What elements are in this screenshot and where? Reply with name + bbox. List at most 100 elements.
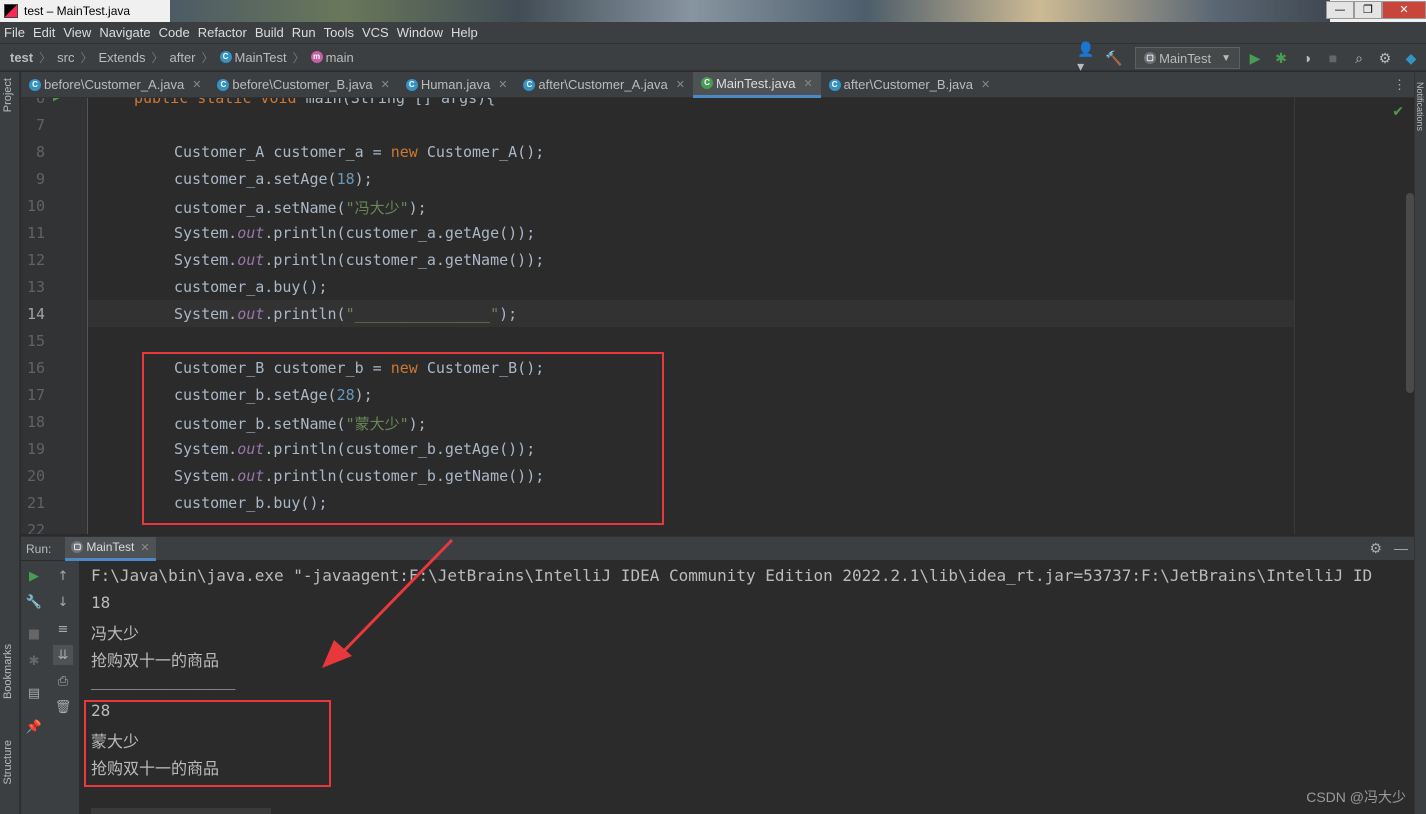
project-tool-window-button[interactable]: Project [2,78,14,112]
run-configuration-label: MainTest [1159,50,1212,66]
more-tabs-icon[interactable]: ⋮ [1393,77,1406,93]
bookmarks-tool-window-button[interactable]: Bookmarks [2,644,14,699]
code-text: .println( [264,305,346,323]
minimize-button[interactable]: — [1326,1,1354,19]
run-configuration-dropdown[interactable]: ▢ MainTest ▼ [1135,47,1240,69]
rerun-icon[interactable]: ▶ [24,566,44,586]
tab-label: before\Customer_B.java [232,77,373,92]
build-hammer-icon[interactable]: 🔨 [1103,47,1125,69]
run-tab-label: MainTest [86,540,135,554]
print-icon[interactable]: ⎙ [53,671,73,691]
tab-label: MainTest.java [715,75,796,91]
gear-icon[interactable]: ⚙ [1369,540,1382,557]
chevron-right-icon: 〉 [151,50,164,65]
code-line-10: customer_a.setName("冯大少"); [174,197,427,218]
menu-build[interactable]: Build [251,25,288,40]
notifications-tool-window-button[interactable]: Notifications [1415,82,1425,131]
arrow-down-icon[interactable]: ↓ [53,592,73,612]
wrench-icon[interactable]: 🔧 [24,592,44,612]
close-icon[interactable]: ✕ [381,78,390,91]
menu-run[interactable]: Run [288,25,320,40]
line-number: 22 [26,521,45,534]
minimize-panel-icon[interactable]: — [1394,540,1408,557]
menu-file[interactable]: File [0,25,29,40]
class-icon: C [217,78,230,91]
tab-human[interactable]: C Human.java ✕ [398,72,516,98]
breadcrumb-project[interactable]: test [10,50,33,65]
console-line: 冯大少 [91,624,140,643]
breadcrumb-maintest[interactable]: C MainTest [219,49,287,65]
menu-view[interactable]: View [59,25,95,40]
stop-icon[interactable]: ■ [1322,47,1344,69]
code-field: out [237,224,265,242]
close-icon[interactable]: ✕ [498,78,507,91]
soft-wrap-icon[interactable]: ≡ [53,619,73,639]
code-editor[interactable]: 6 ▶ 7 8 9 10 11 12 13 14 15 16 17 18 19 … [21,98,1414,534]
tab-label: after\Customer_B.java [843,77,974,92]
run-tab-maintest[interactable]: ▢ MainTest ✕ [65,536,156,561]
menu-edit[interactable]: Edit [29,25,59,40]
close-icon[interactable]: ✕ [192,78,201,91]
menu-window[interactable]: Window [393,25,447,40]
menu-help[interactable]: Help [447,25,482,40]
close-icon[interactable]: ✕ [803,77,812,90]
coverage-icon[interactable]: ◑ [1296,47,1318,69]
code-string: "冯大少" [345,199,409,217]
breadcrumb-src[interactable]: src [57,50,74,65]
tab-after-customer-b[interactable]: Cafter\Customer_B.java ✕ [821,72,999,98]
editor-scrollbar[interactable] [1406,193,1414,393]
menu-refactor[interactable]: Refactor [194,25,251,40]
chevron-right-icon: 〉 [292,50,305,65]
class-icon: C [700,77,713,89]
close-icon[interactable]: ✕ [676,78,685,91]
close-icon[interactable]: ✕ [140,541,149,554]
run-icon[interactable]: ▶ [1244,47,1266,69]
code-text: System. [174,251,238,269]
stop-icon[interactable]: ■ [24,624,44,644]
code-text: ); [354,170,373,188]
restore-button[interactable]: ❐ [1354,1,1382,19]
menu-navigate[interactable]: Navigate [95,25,154,40]
code-string: "_______________" [345,305,500,323]
code-text: customer_a.setAge( [174,170,337,188]
user-icon[interactable]: 👤▾ [1077,41,1099,74]
console-line: 18 [91,593,111,612]
menu-vcs[interactable]: VCS [358,25,393,40]
arrow-up-icon[interactable]: ↑ [53,566,73,586]
chevron-right-icon: 〉 [39,50,52,65]
console-output[interactable]: F:\Java\bin\java.exe "-javaagent:F:\JetB… [79,561,1414,814]
breadcrumb-after[interactable]: after [170,50,196,65]
tab-maintest[interactable]: C MainTest.java ✕ [692,71,821,98]
layout-icon[interactable]: ▤ [24,683,44,703]
line-number: 13 [26,278,45,296]
breadcrumb-main[interactable]: m main [310,50,354,65]
close-button[interactable]: ✕ [1382,1,1426,19]
line-number: 9 [35,170,45,188]
debug-icon[interactable]: ✱ [24,651,44,671]
code-text: customer_a.setName( [174,199,346,217]
close-icon[interactable]: ✕ [981,78,990,91]
tab-before-customer-a[interactable]: Cbefore\Customer_A.java ✕ [21,72,209,98]
plugin-icon[interactable]: ◆ [1400,47,1422,69]
line-number: 17 [26,386,45,404]
tab-after-customer-a[interactable]: Cafter\Customer_A.java ✕ [515,72,693,98]
trash-icon[interactable]: 🗑 [53,697,73,717]
tab-before-customer-b[interactable]: Cbefore\Customer_B.java ✕ [209,72,397,98]
run-gutter-icon[interactable]: ▶ [53,98,61,103]
pin-icon[interactable]: 📌 [24,717,44,737]
breadcrumb-maintest-label: MainTest [234,49,287,65]
code-line-11: System.out.println(customer_a.getAge()); [174,224,535,242]
chevron-right-icon: 〉 [80,50,93,65]
desktop-background-strip [170,0,1330,22]
window-title: test – MainTest.java [24,4,131,18]
structure-tool-window-button[interactable]: Structure [2,740,14,785]
code-line-6: public static void main(String [] args){ [134,98,495,107]
search-icon[interactable]: ⌕ [1348,47,1370,69]
scroll-to-end-icon[interactable]: ⇊ [53,645,73,665]
code-number: 18 [336,170,355,188]
menu-code[interactable]: Code [155,25,194,40]
gear-icon[interactable]: ⚙ [1374,47,1396,69]
breadcrumb-extends[interactable]: Extends [99,50,146,65]
menu-tools[interactable]: Tools [320,25,358,40]
debug-icon[interactable]: ✱ [1270,47,1292,69]
